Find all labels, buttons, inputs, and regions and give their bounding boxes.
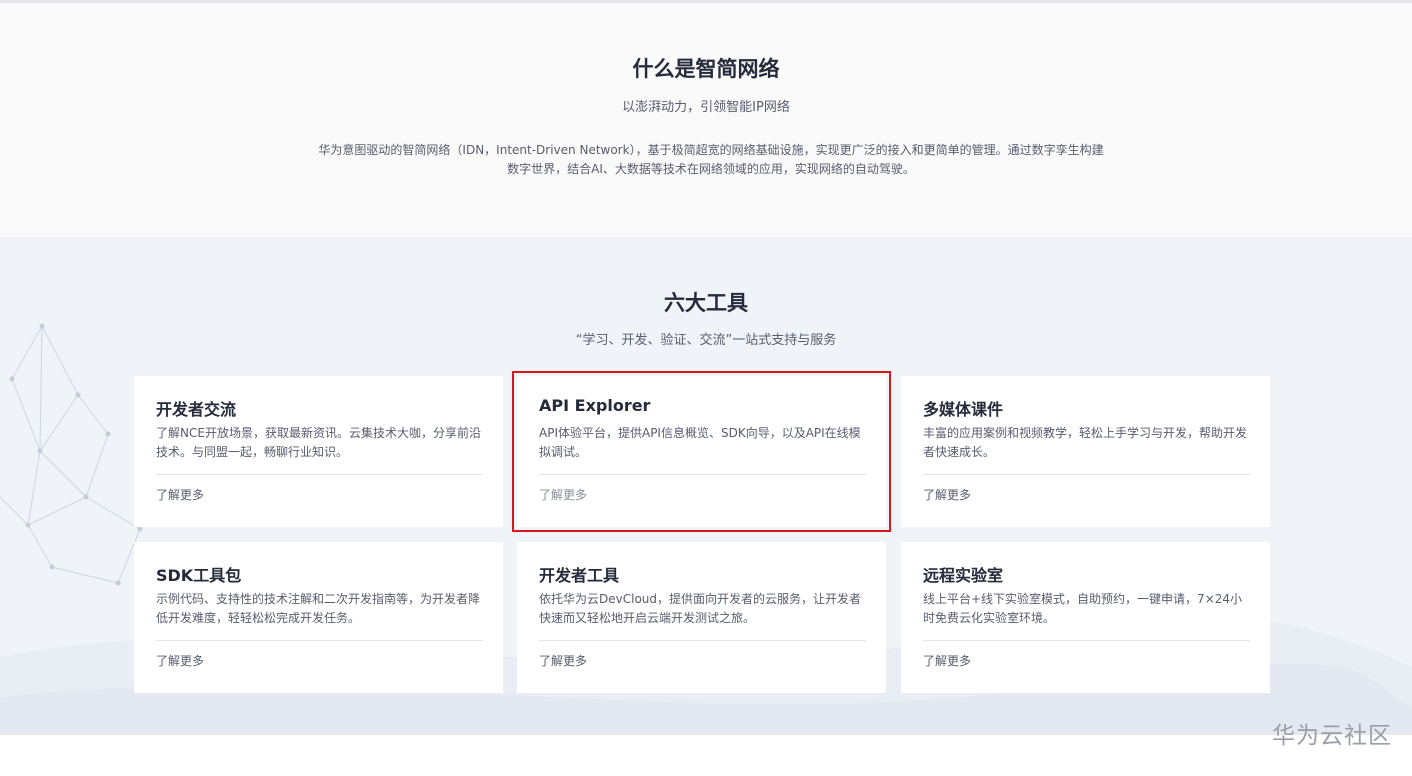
learn-more-link[interactable]: 了解更多 xyxy=(156,652,204,669)
card-developer-tools[interactable]: 开发者工具 依托华为云DevCloud，提供面向开发者的云服务，让开发者快速而又… xyxy=(517,542,886,693)
tools-subtitle: “学习、开发、验证、交流”一站式支持与服务 xyxy=(575,333,837,348)
card-divider xyxy=(539,640,866,641)
card-multimedia-courseware[interactable]: 多媒体课件 丰富的应用案例和视频教学，轻松上手学习与开发，帮助开发者快速成长。 … xyxy=(901,376,1270,527)
intro-subtitle: 以澎湃动力，引领智能IP网络 xyxy=(622,100,790,115)
card-title: SDK工具包 xyxy=(156,566,242,585)
card-description: 了解NCE开放场景，获取最新资讯。云集技术大咖，分享前沿技术。与同盟一起，畅聊行… xyxy=(156,426,481,459)
card-title: 多媒体课件 xyxy=(923,400,1004,419)
card-title: 开发者工具 xyxy=(539,566,620,585)
card-divider xyxy=(156,640,483,641)
tools-title: 六大工具 xyxy=(664,291,748,315)
card-description: API体验平台，提供API信息概览、SDK向导，以及API在线模拟调试。 xyxy=(539,426,861,459)
watermark: 华为云社区 xyxy=(1272,723,1392,749)
card-api-explorer[interactable]: API Explorer API体验平台，提供API信息概览、SDK向导，以及A… xyxy=(512,371,891,532)
card-divider xyxy=(923,474,1250,475)
learn-more-link[interactable]: 了解更多 xyxy=(923,486,971,503)
card-sdk-toolkit[interactable]: SDK工具包 示例代码、支持性的技术注解和二次开发指南等，为开发者降低开发难度，… xyxy=(134,542,503,693)
intro-section: 什么是智简网络 以澎湃动力，引领智能IP网络 华为意图驱动的智简网络（IDN，I… xyxy=(0,3,1412,237)
card-description: 示例代码、支持性的技术注解和二次开发指南等，为开发者降低开发难度，轻轻松松完成开… xyxy=(156,592,481,625)
card-description: 线上平台+线下实验室模式，自助预约，一键申请，7×24小时免费云化实验室环境。 xyxy=(923,592,1243,625)
learn-more-link[interactable]: 了解更多 xyxy=(539,486,587,503)
card-developer-exchange[interactable]: 开发者交流 了解NCE开放场景，获取最新资讯。云集技术大咖，分享前沿技术。与同盟… xyxy=(134,376,503,527)
card-divider xyxy=(539,474,866,475)
card-title: API Explorer xyxy=(539,396,651,415)
intro-description: 华为意图驱动的智简网络（IDN，Intent-Driven Network），基… xyxy=(318,143,1104,176)
card-description: 丰富的应用案例和视频教学，轻松上手学习与开发，帮助开发者快速成长。 xyxy=(923,426,1248,459)
card-title: 开发者交流 xyxy=(156,400,237,419)
footer-area xyxy=(0,735,1412,776)
learn-more-link[interactable]: 了解更多 xyxy=(539,652,587,669)
card-divider xyxy=(156,474,483,475)
learn-more-link[interactable]: 了解更多 xyxy=(156,486,204,503)
tools-section: 六大工具 “学习、开发、验证、交流”一站式支持与服务 开发者交流 了解NCE开放… xyxy=(0,237,1412,735)
intro-title: 什么是智简网络 xyxy=(632,57,780,81)
card-remote-lab[interactable]: 远程实验室 线上平台+线下实验室模式，自助预约，一键申请，7×24小时免费云化实… xyxy=(901,542,1270,693)
card-divider xyxy=(923,640,1250,641)
card-description: 依托华为云DevCloud，提供面向开发者的云服务，让开发者快速而又轻松地开启云… xyxy=(539,592,862,625)
card-title: 远程实验室 xyxy=(923,566,1004,585)
page: 什么是智简网络 以澎湃动力，引领智能IP网络 华为意图驱动的智简网络（IDN，I… xyxy=(0,0,1412,776)
learn-more-link[interactable]: 了解更多 xyxy=(923,652,971,669)
